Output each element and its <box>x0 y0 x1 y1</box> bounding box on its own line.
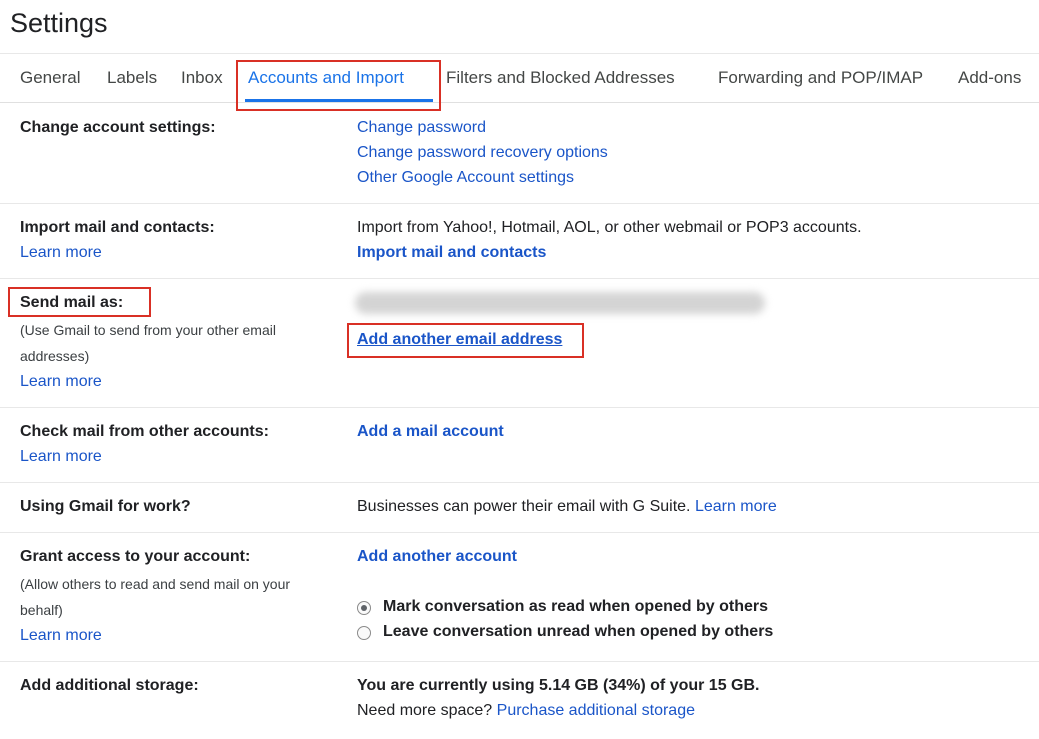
leave-unread-label[interactable]: Leave conversation unread when opened by… <box>383 623 773 641</box>
change-password-recovery-link[interactable]: Change password recovery options <box>357 144 608 162</box>
redacted-email-address <box>355 292 765 314</box>
grant-access-subtext-2: behalf) <box>20 602 63 618</box>
tabs-divider <box>0 102 1039 103</box>
other-google-account-settings-link[interactable]: Other Google Account settings <box>357 169 574 187</box>
purchase-storage-link[interactable]: Purchase additional storage <box>497 702 695 719</box>
gmail-for-work-label: Using Gmail for work? <box>20 498 191 515</box>
tab-add-ons[interactable]: Add-ons <box>958 68 1021 88</box>
row-divider <box>0 482 1039 483</box>
gsuite-description: Businesses can power their email with G … <box>357 498 777 516</box>
add-another-account-link[interactable]: Add another account <box>357 548 517 566</box>
send-mail-as-subtext-2: addresses) <box>20 348 90 364</box>
need-more-space: Need more space? Purchase additional sto… <box>357 702 695 720</box>
tab-inbox[interactable]: Inbox <box>181 68 223 88</box>
mark-as-read-radio[interactable] <box>357 601 371 615</box>
highlight-box-tab <box>236 60 441 111</box>
need-more-space-text: Need more space? <box>357 702 493 719</box>
add-storage-label: Add additional storage: <box>20 677 199 694</box>
grant-access-learn-more-link[interactable]: Learn more <box>20 627 102 645</box>
leave-unread-radio[interactable] <box>357 626 371 640</box>
tab-general[interactable]: General <box>20 68 80 88</box>
change-account-settings-label: Change account settings: <box>20 119 216 136</box>
row-divider <box>0 407 1039 408</box>
check-mail-label: Check mail from other accounts: <box>20 423 269 440</box>
page-title: Settings <box>10 8 108 38</box>
row-divider <box>0 203 1039 204</box>
storage-usage-text: You are currently using 5.14 GB (34%) of… <box>357 677 760 694</box>
tab-filters-and-blocked-addresses[interactable]: Filters and Blocked Addresses <box>446 68 675 88</box>
grant-access-subtext-1: (Allow others to read and send mail on y… <box>20 576 291 592</box>
grant-access-label: Grant access to your account: <box>20 548 251 565</box>
mark-as-read-label[interactable]: Mark conversation as read when opened by… <box>383 598 768 616</box>
change-password-link[interactable]: Change password <box>357 119 486 137</box>
check-mail-learn-more-link[interactable]: Learn more <box>20 448 102 466</box>
import-description: Import from Yahoo!, Hotmail, AOL, or oth… <box>357 219 862 236</box>
tab-labels[interactable]: Labels <box>107 68 157 88</box>
settings-tabs: General Labels Inbox Accounts and Import… <box>0 54 1039 102</box>
gsuite-description-text: Businesses can power their email with G … <box>357 498 691 515</box>
row-divider <box>0 661 1039 662</box>
highlight-box-send-mail-as <box>8 287 151 317</box>
import-learn-more-link[interactable]: Learn more <box>20 244 102 262</box>
send-mail-as-learn-more-link[interactable]: Learn more <box>20 373 102 391</box>
send-mail-as-subtext-1: (Use Gmail to send from your other email <box>20 322 276 338</box>
row-divider <box>0 278 1039 279</box>
tab-forwarding-and-pop-imap[interactable]: Forwarding and POP/IMAP <box>718 68 923 88</box>
gsuite-learn-more-link[interactable]: Learn more <box>695 498 777 515</box>
import-mail-label: Import mail and contacts: <box>20 219 215 236</box>
import-mail-and-contacts-link[interactable]: Import mail and contacts <box>357 244 546 262</box>
row-divider <box>0 532 1039 533</box>
highlight-box-add-email <box>347 323 584 358</box>
add-mail-account-link[interactable]: Add a mail account <box>357 423 504 441</box>
